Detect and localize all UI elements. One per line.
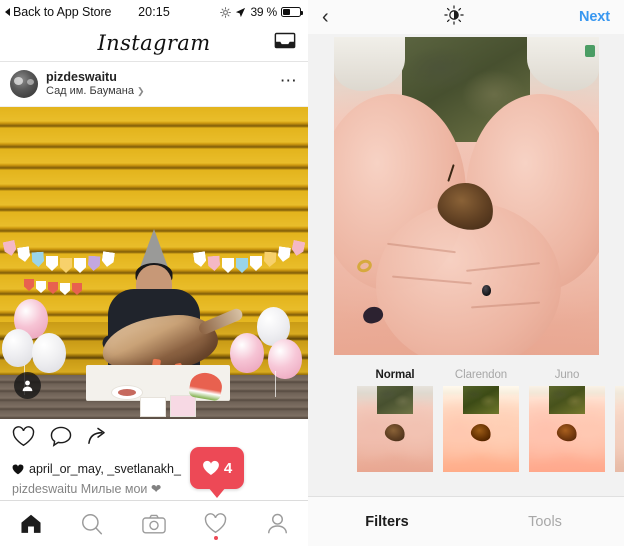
small-insect xyxy=(481,285,491,297)
tab-search[interactable] xyxy=(62,501,124,546)
status-bar: Back to App Store 20:15 39 % xyxy=(0,0,308,24)
tab-profile[interactable] xyxy=(246,501,308,546)
filter-thumb-juno[interactable] xyxy=(524,386,610,472)
plate-with-ham xyxy=(112,386,142,399)
post-location[interactable]: Сад им. Баумана ❯ xyxy=(46,85,145,98)
status-bar-indicators: 39 % xyxy=(220,5,303,19)
avatar[interactable] xyxy=(10,70,38,98)
post-photo[interactable] xyxy=(0,107,308,419)
instagram-logo: Instagram xyxy=(97,30,211,55)
gift-box-a xyxy=(140,397,166,417)
dual-screenshot: Back to App Store 20:15 39 % Instagram p… xyxy=(0,0,624,546)
thumb-image xyxy=(357,386,433,472)
person-icon xyxy=(267,513,287,534)
tab-home[interactable] xyxy=(0,501,62,546)
home-icon xyxy=(21,514,41,533)
instagram-top-nav: Instagram xyxy=(0,24,308,62)
balloon-white-left-2 xyxy=(32,333,66,373)
post-header-text: pizdeswaitu Сад им. Баумана ❯ xyxy=(46,70,145,99)
search-icon xyxy=(82,513,103,534)
post-caption-line: pizdeswaitu Милые мои ❤ xyxy=(12,482,162,496)
filter-name-row: Normal Clarendon Juno Crema xyxy=(308,364,624,386)
likes-text[interactable]: april_or_may, _svetlanakh_ xyxy=(29,462,181,476)
filter-thumb-crema[interactable] xyxy=(610,386,624,472)
thumb-image xyxy=(443,386,519,472)
chevron-right-icon: ❯ xyxy=(136,86,145,97)
heart-filled-icon xyxy=(12,464,24,474)
balloon-white-left xyxy=(2,329,34,367)
like-badge-count: 4 xyxy=(223,459,233,477)
sun-brightness-icon[interactable] xyxy=(444,4,464,30)
tab-tools[interactable]: Tools xyxy=(466,514,624,530)
post-username[interactable]: pizdeswaitu xyxy=(46,70,145,84)
gift-box-b xyxy=(170,395,196,417)
filter-label-normal[interactable]: Normal xyxy=(352,369,438,381)
tab-filters[interactable]: Filters xyxy=(308,514,466,530)
tab-camera[interactable] xyxy=(123,501,185,546)
post-header: pizdeswaitu Сад им. Баумана ❯ ⋯ xyxy=(0,62,308,107)
balloon-string-right xyxy=(275,371,276,397)
more-options-icon[interactable]: ⋯ xyxy=(280,72,298,91)
thumb-image xyxy=(529,386,605,472)
share-arrow-icon[interactable] xyxy=(87,426,109,452)
activity-notification-dot xyxy=(213,535,218,540)
filter-thumbnail-row[interactable] xyxy=(308,386,624,474)
editor-bottom-tabs: Filters Tools xyxy=(308,496,624,546)
editor-top-nav: ‹ Next xyxy=(308,0,624,34)
instagram-feed-screen: Back to App Store 20:15 39 % Instagram p… xyxy=(0,0,308,546)
battery-percent-label: 39 % xyxy=(250,5,277,19)
sun-small-icon xyxy=(220,6,232,18)
balloon-pink-right xyxy=(230,333,264,373)
filter-thumb-clarendon[interactable] xyxy=(438,386,524,472)
filter-label-clarendon[interactable]: Clarendon xyxy=(438,369,524,381)
heart-filled-icon xyxy=(202,460,219,476)
instagram-editor-screen: ‹ Next Normal Clarendon Juno Filters Too… xyxy=(308,0,624,546)
battery-icon xyxy=(281,7,303,17)
heart-outline-icon[interactable] xyxy=(12,426,35,452)
tab-activity[interactable] xyxy=(185,501,247,546)
filter-label-crema[interactable]: Crema xyxy=(610,369,624,381)
tagged-people-icon[interactable] xyxy=(14,372,41,399)
like-notification-badge: 4 xyxy=(190,447,244,489)
next-button[interactable]: Next xyxy=(579,9,610,25)
comment-bubble-icon[interactable] xyxy=(50,426,72,452)
editor-preview-photo[interactable] xyxy=(333,37,599,355)
thumb-image xyxy=(615,386,624,472)
bunting-right xyxy=(184,235,304,273)
post-actions xyxy=(0,419,308,459)
post-location-label: Сад им. Баумана xyxy=(46,85,134,98)
filter-label-juno[interactable]: Juno xyxy=(524,369,610,381)
likes-row: april_or_may, _svetlanakh_ xyxy=(0,459,308,479)
direct-inbox-icon[interactable] xyxy=(274,31,296,54)
bottom-tab-bar xyxy=(0,500,308,546)
camera-icon xyxy=(142,514,166,533)
location-arrow-icon xyxy=(236,7,246,17)
filter-thumb-normal[interactable] xyxy=(352,386,438,472)
balloon-pink-right-2 xyxy=(268,339,302,379)
heart-outline-icon xyxy=(204,513,227,534)
chevron-left-icon[interactable]: ‹ xyxy=(322,7,329,27)
